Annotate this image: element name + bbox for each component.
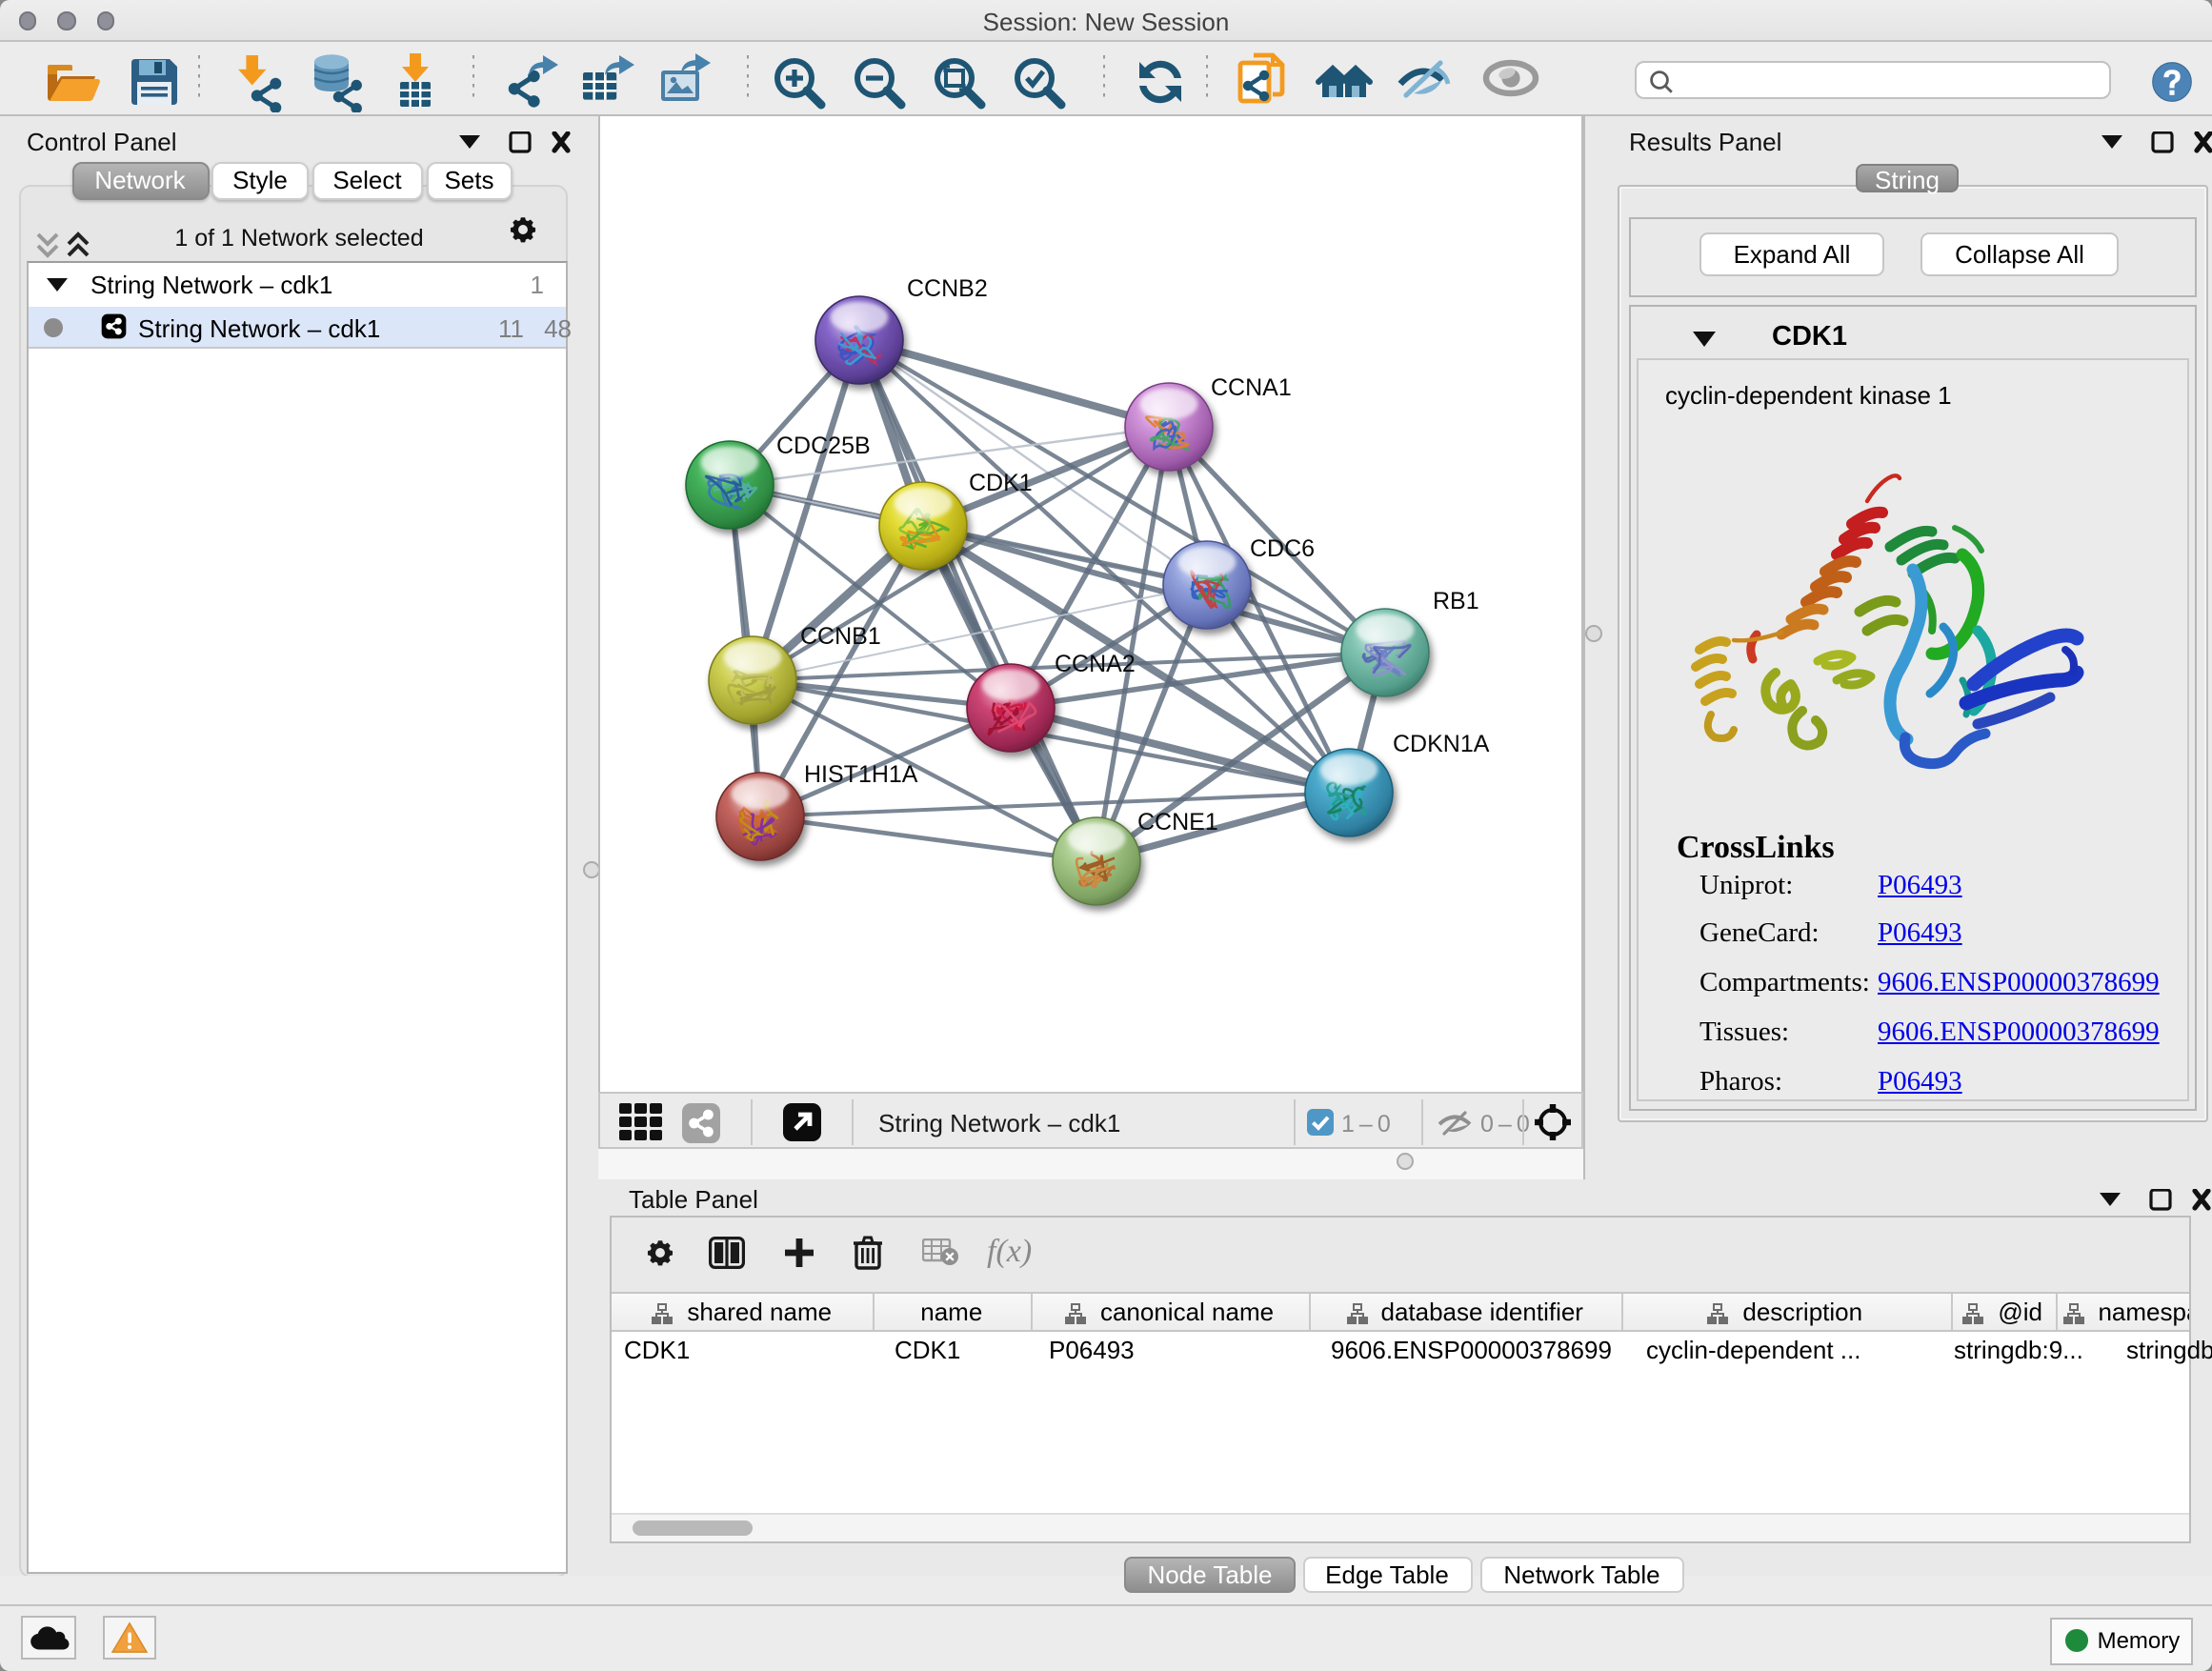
svg-text:CCNA1: CCNA1	[1211, 374, 1292, 401]
svg-text:CDC25B: CDC25B	[776, 433, 871, 459]
svg-text:CCNA2: CCNA2	[1055, 651, 1136, 677]
svg-text:CDK1: CDK1	[969, 470, 1033, 496]
svg-text:CCNB1: CCNB1	[800, 623, 881, 650]
svg-text:CDC6: CDC6	[1250, 535, 1315, 562]
svg-text:HIST1H1A: HIST1H1A	[804, 761, 918, 788]
svg-text:CDKN1A: CDKN1A	[1393, 731, 1490, 757]
svg-text:CCNB2: CCNB2	[907, 275, 988, 302]
svg-text:RB1: RB1	[1433, 588, 1479, 614]
svg-text:CCNE1: CCNE1	[1137, 809, 1218, 836]
